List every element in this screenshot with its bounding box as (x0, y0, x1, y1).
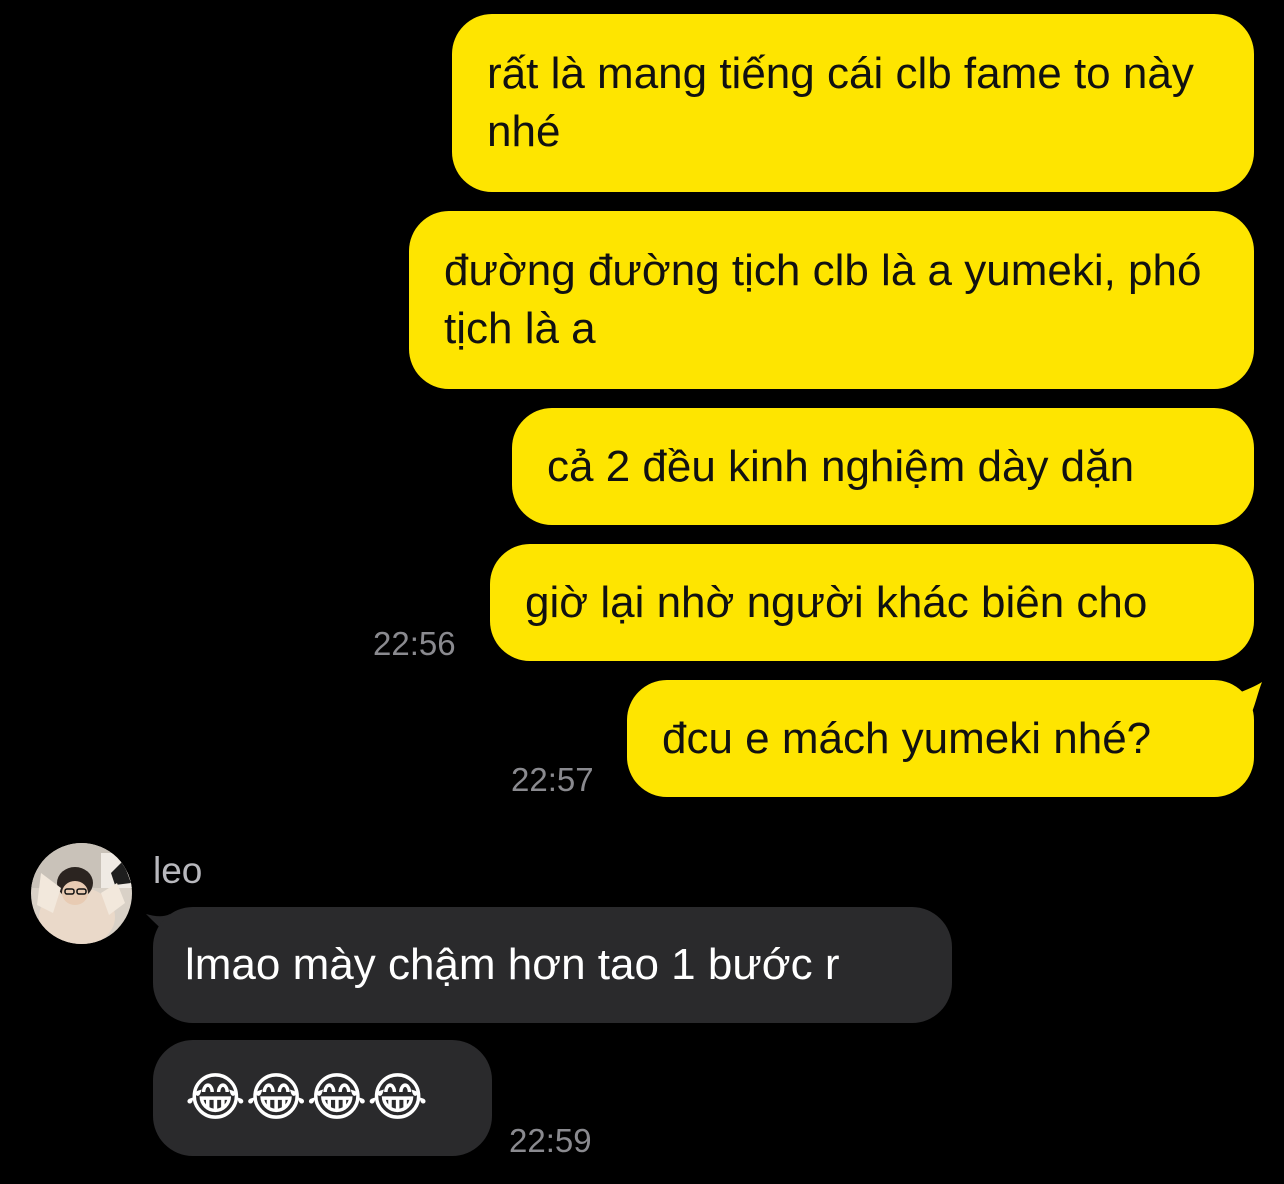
message-text: giờ lại nhờ người khác biên cho (525, 577, 1148, 627)
sent-message-bubble[interactable]: giờ lại nhờ người khác biên cho (490, 544, 1254, 661)
sent-message-bubble[interactable]: rất là mang tiếng cái clb fame to này nh… (452, 14, 1254, 192)
sent-message-bubble[interactable]: đường đường tịch clb là a yumeki, phó tị… (409, 211, 1254, 389)
message-text: đcu e mách yumeki nhé? (662, 713, 1152, 763)
bubble-tail (1236, 682, 1262, 712)
message-timestamp: 22:57 (511, 761, 594, 798)
received-message-bubble[interactable]: lmao mày chậm hơn tao 1 bước r (153, 907, 952, 1023)
avatar-photo-icon (31, 843, 132, 944)
message-text: lmao mày chậm hơn tao 1 bước r (185, 940, 840, 989)
message-text: đường đường tịch clb là a yumeki, phó tị… (444, 246, 1202, 353)
sender-avatar[interactable] (31, 843, 132, 944)
received-message-bubble[interactable]: 😂😂😂😂 (153, 1040, 492, 1156)
message-timestamp: 22:56 (373, 625, 456, 662)
message-text: rất là mang tiếng cái clb fame to này nh… (487, 49, 1194, 156)
message-text: cả 2 đều kinh nghiệm dày dặn (547, 441, 1135, 491)
message-timestamp: 22:59 (509, 1122, 592, 1159)
sender-name: leo (153, 850, 203, 891)
sent-message-bubble[interactable]: cả 2 đều kinh nghiệm dày dặn (512, 408, 1254, 525)
sent-message-bubble[interactable]: đcu e mách yumeki nhé? (627, 680, 1254, 797)
emoji-message: 😂😂😂😂 (185, 1069, 429, 1127)
